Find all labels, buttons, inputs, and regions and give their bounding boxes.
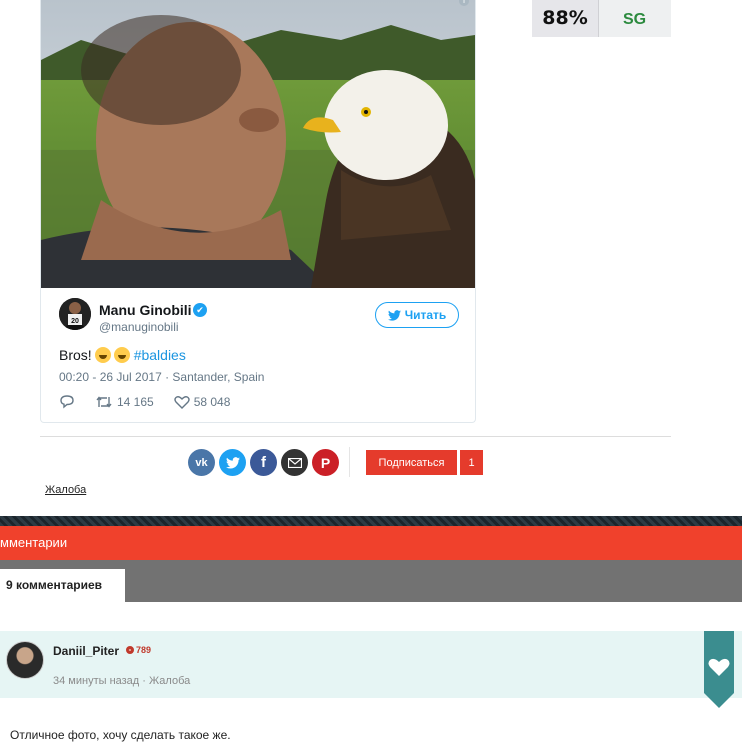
tweet-meta[interactable]: 00:20 - 26 Jul 2017 · Santander, Spain [59,370,264,384]
comments-header: мментарии [0,526,742,560]
divider [40,436,671,437]
stat-percent: 88% [542,7,588,29]
follow-label: Читать [404,308,447,322]
tweet-author-name[interactable]: Manu Ginobili [99,302,192,318]
comment-author[interactable]: Daniil_Piter [53,644,119,658]
page: i 20 Manu Ginobili ✔ @manuginobili Читат… [0,0,742,750]
tweet-text-body: Bros! [59,347,92,363]
email-icon[interactable] [281,449,308,476]
retweet-icon [96,395,112,408]
rating-value: 789 [136,645,152,655]
subscribe-button[interactable]: Подписаться [366,450,457,475]
tweet-text: Bros! #baldies [59,347,186,363]
reply-action[interactable] [59,394,75,409]
share-separator [349,447,350,477]
comment-text: Отличное фото, хочу сделать такое же. [10,728,231,742]
sweat-smile-emoji-icon [94,347,111,363]
user-rating: - 789 [126,645,151,655]
like-flag-button[interactable] [704,631,734,708]
retweet-action[interactable]: 14 165 [95,395,154,409]
pinterest-icon[interactable]: P [312,449,339,476]
heart-icon [174,395,190,409]
tweet-hashtag[interactable]: #baldies [134,347,186,363]
comment-time: 34 минуты назад [53,675,140,687]
tweet-embed: i 20 Manu Ginobili ✔ @manuginobili Читат… [40,0,476,423]
verified-icon: ✔ [193,303,207,317]
comment-meta: 34 минуты назад · Жалоба [53,675,190,687]
comment-item: Daniil_Piter - 789 34 минуты назад · Жал… [0,631,742,698]
follow-button[interactable]: Читать [375,302,459,328]
jersey-number: 20 [71,318,79,325]
tweet-photo[interactable] [41,0,475,288]
sweat-smile-emoji-icon [113,347,130,363]
share-bar: vk f P [188,449,343,476]
like-action[interactable]: 58 048 [174,394,231,409]
minus-icon: - [126,646,134,654]
decorative-stripe [0,516,742,526]
vk-icon[interactable]: vk [188,449,215,476]
twitter-bird-icon [387,309,401,321]
reply-icon [60,395,74,409]
tweet-avatar[interactable]: 20 [59,298,91,330]
avatar[interactable] [6,641,44,679]
tweet-author-handle[interactable]: @manuginobili [99,320,179,334]
subscribe-count: 1 [460,450,483,475]
twitter-icon[interactable] [219,449,246,476]
retweet-count: 14 165 [117,394,154,409]
stat-box: 88% SG [532,0,671,37]
stat-team: SG [598,0,671,37]
complaint-link[interactable]: Жалоба [45,484,86,496]
facebook-icon[interactable]: f [250,449,277,476]
tab-comments-count[interactable]: 9 комментариев [0,569,125,602]
like-count: 58 048 [193,394,231,409]
comment-complaint-link[interactable]: Жалоба [149,675,190,687]
tweet-actions: 14 165 58 048 [59,394,250,409]
stat-divider [598,0,599,37]
